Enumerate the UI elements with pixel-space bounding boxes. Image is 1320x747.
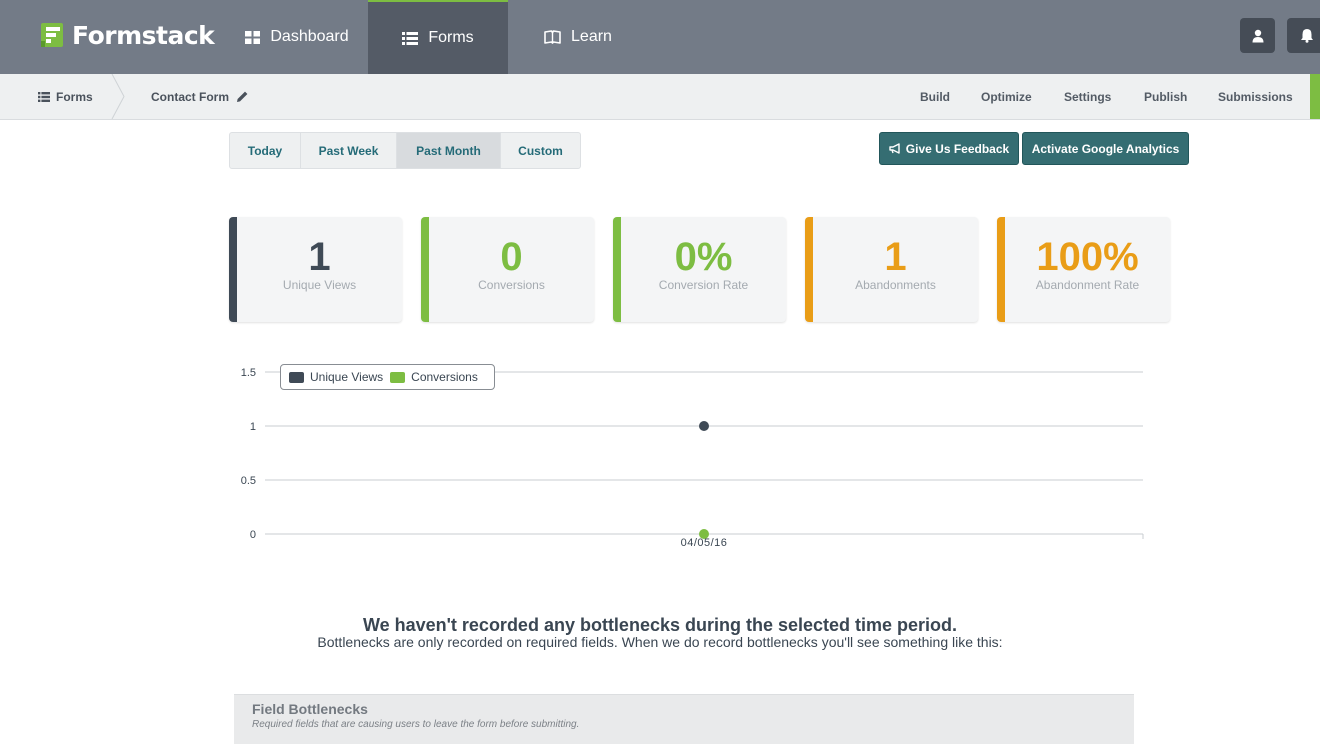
stat-label: Conversions: [478, 278, 545, 292]
breadcrumb-chevron: [111, 74, 125, 119]
bell-icon: [1301, 29, 1313, 43]
stat-value: 1: [884, 235, 907, 279]
stat-card-abandonment-rate: 100% Abandonment Rate: [997, 217, 1170, 322]
top-navbar: Formstack Dashboard Forms Learn: [0, 0, 1320, 74]
stat-card-conversions: 0 Conversions: [421, 217, 594, 322]
stat-card-unique-views: 1 Unique Views: [229, 217, 402, 322]
account-button[interactable]: [1240, 18, 1275, 53]
give-feedback-button[interactable]: Give Us Feedback: [879, 132, 1019, 165]
stat-value: 1: [308, 235, 331, 279]
range-past-week[interactable]: Past Week: [301, 133, 397, 168]
stat-card-conversion-rate: 0% Conversion Rate: [613, 217, 786, 322]
field-bottlenecks-panel: Field Bottlenecks Required fields that a…: [234, 694, 1134, 744]
user-icon: [1252, 29, 1263, 42]
field-bottlenecks-title: Field Bottlenecks: [252, 701, 368, 717]
field-bottlenecks-description: Required fields that are causing users t…: [252, 719, 580, 730]
stat-accent-bar: [805, 217, 813, 322]
formstack-logo-icon: [38, 21, 66, 49]
legend-label: Unique Views: [310, 370, 384, 384]
date-range-selector: Today Past Week Past Month Custom: [229, 132, 581, 169]
nav-dashboard[interactable]: Dashboard: [226, 0, 368, 74]
subnav-publish[interactable]: Publish: [1144, 74, 1187, 119]
stat-label: Abandonments: [855, 278, 936, 292]
grid-icon: [245, 30, 261, 44]
legend-swatch: [289, 371, 304, 383]
legend-item-unique-views[interactable]: Unique Views: [289, 370, 383, 384]
stat-value: 0: [500, 235, 523, 279]
breadcrumb-bar: Forms Contact Form Build Optimize Settin…: [0, 74, 1320, 120]
notifications-button[interactable]: [1287, 18, 1320, 53]
legend-item-conversions[interactable]: Conversions: [390, 370, 478, 384]
legend-label: Conversions: [411, 370, 478, 384]
y-tick-label: 1: [250, 421, 256, 433]
brand-name: Formstack: [72, 20, 215, 50]
range-today[interactable]: Today: [230, 133, 301, 168]
stat-label: Abandonment Rate: [1035, 278, 1140, 292]
nav-learn-label: Learn: [571, 28, 612, 45]
chart-legend: Unique Views Conversions: [280, 364, 495, 390]
breadcrumb-forms-label: Forms: [56, 89, 93, 104]
stat-accent-bar: [613, 217, 621, 322]
stat-value: 100%: [1036, 235, 1139, 279]
breadcrumb-current-label: Contact Form: [151, 89, 229, 104]
formstack-logo[interactable]: Formstack: [38, 20, 215, 50]
range-past-month[interactable]: Past Month: [397, 133, 501, 168]
stat-label: Conversion Rate: [658, 278, 749, 292]
nav-forms-label: Forms: [428, 29, 474, 46]
megaphone-icon: [889, 143, 900, 154]
data-point-conversions: [699, 529, 709, 539]
list-icon: [38, 91, 50, 102]
nav-forms[interactable]: Forms: [368, 0, 508, 74]
accent-edge: [1310, 74, 1320, 119]
y-tick-label: 0: [250, 529, 256, 541]
bottlenecks-heading: We haven't recorded any bottlenecks duri…: [362, 615, 958, 635]
breadcrumb-forms[interactable]: Forms: [38, 74, 93, 119]
subnav-build[interactable]: Build: [920, 74, 950, 119]
subnav-settings[interactable]: Settings: [1064, 74, 1111, 119]
stat-value: 0%: [674, 235, 733, 279]
stat-card-abandonments: 1 Abandonments: [805, 217, 978, 322]
nav-dashboard-label: Dashboard: [270, 28, 349, 45]
stat-accent-bar: [229, 217, 237, 322]
legend-swatch: [390, 371, 406, 383]
stat-label: Unique Views: [282, 278, 357, 292]
give-feedback-label: Give Us Feedback: [905, 141, 1010, 156]
activate-analytics-button[interactable]: Activate Google Analytics: [1022, 132, 1189, 165]
stat-accent-bar: [421, 217, 429, 322]
book-icon: [544, 30, 561, 44]
nav-learn[interactable]: Learn: [508, 0, 648, 74]
subnav-submissions[interactable]: Submissions: [1218, 74, 1293, 119]
breadcrumb-current[interactable]: Contact Form: [151, 74, 249, 119]
data-point-unique-views: [699, 421, 709, 431]
subnav-optimize[interactable]: Optimize: [981, 74, 1032, 119]
pencil-icon[interactable]: [236, 90, 249, 103]
stat-accent-bar: [997, 217, 1005, 322]
range-custom[interactable]: Custom: [501, 133, 580, 168]
y-tick-label: 1.5: [241, 367, 256, 379]
bottlenecks-description: Bottlenecks are only recorded on require…: [317, 634, 1003, 650]
list-icon: [402, 31, 419, 45]
y-tick-label: 0.5: [241, 475, 256, 487]
